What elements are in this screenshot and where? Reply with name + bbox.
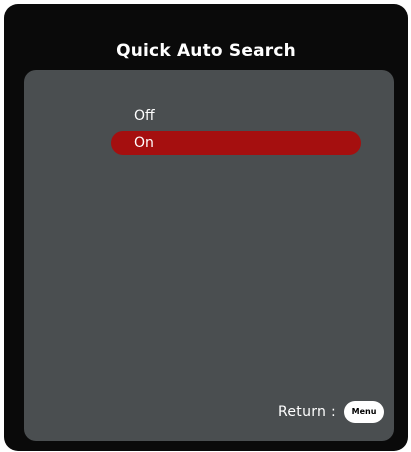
osd-dialog: Quick Auto Search Off On Return : Menu [4, 4, 408, 451]
return-label: Return : [277, 404, 336, 420]
options-panel: Off On Return : Menu [24, 70, 394, 441]
option-off[interactable]: Off [111, 104, 361, 128]
menu-button[interactable]: Menu [344, 401, 384, 423]
dialog-title: Quick Auto Search [116, 41, 296, 61]
return-hint: Return : Menu [278, 401, 384, 423]
option-off-label: Off [134, 108, 155, 124]
option-on-label: On [134, 135, 154, 151]
option-on[interactable]: On [111, 131, 361, 155]
